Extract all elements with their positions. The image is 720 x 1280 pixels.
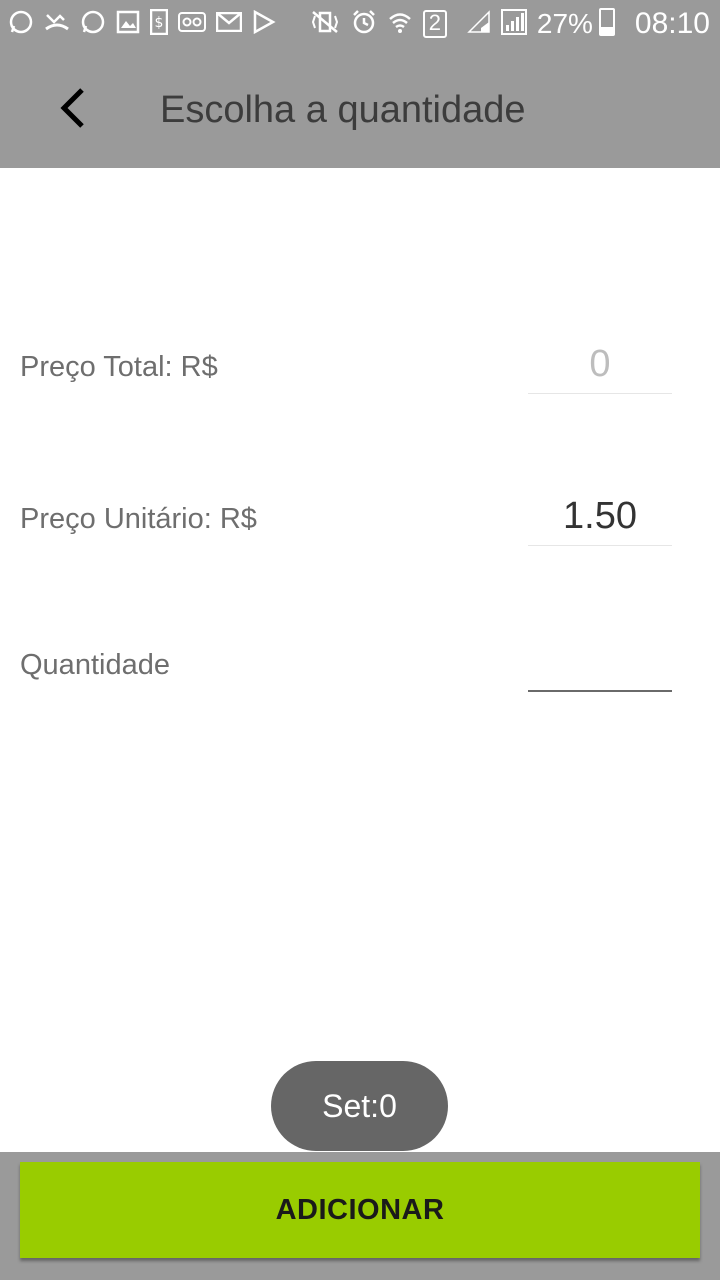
unit-price-label: Preço Unitário: R$ [20,503,257,535]
alarm-icon [351,9,377,39]
unit-price-value: 1.50 [528,490,672,546]
signal-icon [467,10,491,38]
missed-call-icon [44,9,70,39]
system-icons: 2 27% 08:10 [309,8,710,40]
email-icon [215,11,243,36]
voicemail-icon [178,12,206,36]
chevron-left-icon [60,88,84,128]
signal-icon [500,9,527,39]
battery-charging-icon [598,8,625,40]
quantity-input[interactable] [528,640,672,692]
status-bar: $ 2 27% 08:10 [0,0,720,48]
quantity-label: Quantidade [20,649,170,681]
whatsapp-icon [80,9,106,39]
wifi-icon [387,9,413,39]
sim-2-icon: 2 [422,10,457,38]
money-icon: $ [149,8,169,39]
play-store-icon [252,9,276,38]
battery-percent: 27% [536,8,593,39]
back-button[interactable] [42,76,102,140]
vibrate-icon [309,10,341,38]
svg-text:$: $ [155,15,164,31]
bottom-bar: ADICIONAR [0,1152,720,1280]
sim-badge: 2 [422,10,447,38]
page-title: Escolha a quantidade [160,89,526,131]
image-icon [116,10,140,38]
toast-message: Set:0 [271,1061,448,1151]
whatsapp-icon [8,9,34,39]
total-price-value: 0 [528,338,672,394]
total-price-label: Preço Total: R$ [20,351,218,383]
add-button[interactable]: ADICIONAR [20,1162,700,1258]
app-bar: Escolha a quantidade [0,48,720,168]
clock: 08:10 [634,7,710,40]
notification-icons: $ [8,8,286,39]
